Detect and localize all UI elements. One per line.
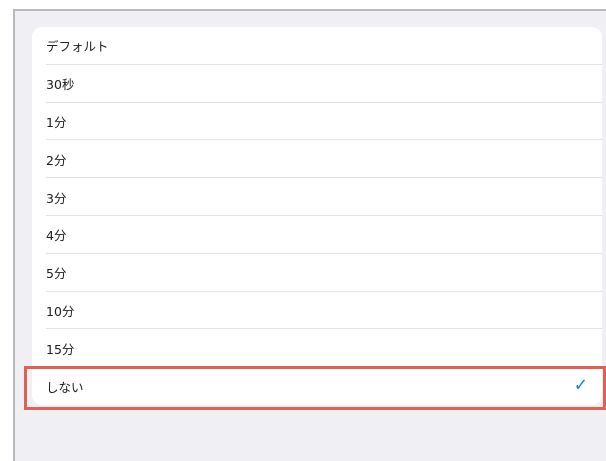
option-30-seconds[interactable]: 30秒 xyxy=(32,65,602,103)
option-label: デフォルト xyxy=(46,39,109,55)
option-label: 3分 xyxy=(46,190,67,206)
option-10-minutes[interactable]: 10分 xyxy=(32,292,602,330)
option-3-minutes[interactable]: 3分 xyxy=(32,178,602,216)
option-never[interactable]: しない ✓ xyxy=(32,367,602,405)
option-label: 30秒 xyxy=(46,77,75,93)
option-4-minutes[interactable]: 4分 xyxy=(32,216,602,254)
option-2-minutes[interactable]: 2分 xyxy=(32,140,602,178)
option-label: 10分 xyxy=(46,303,75,319)
option-15-minutes[interactable]: 15分 xyxy=(32,329,602,367)
option-label: しない xyxy=(46,379,84,395)
option-5-minutes[interactable]: 5分 xyxy=(32,254,602,292)
auto-lock-options-list: デフォルト 30秒 1分 2分 3分 4分 5分 10分 15分 しない ✓ xyxy=(32,27,602,405)
checkmark-icon: ✓ xyxy=(573,375,588,396)
option-label: 1分 xyxy=(46,114,67,130)
option-label: 5分 xyxy=(46,266,67,282)
option-1-minute[interactable]: 1分 xyxy=(32,103,602,141)
option-default[interactable]: デフォルト xyxy=(32,27,602,65)
option-label: 4分 xyxy=(46,228,67,244)
option-label: 2分 xyxy=(46,152,67,168)
option-label: 15分 xyxy=(46,341,75,357)
